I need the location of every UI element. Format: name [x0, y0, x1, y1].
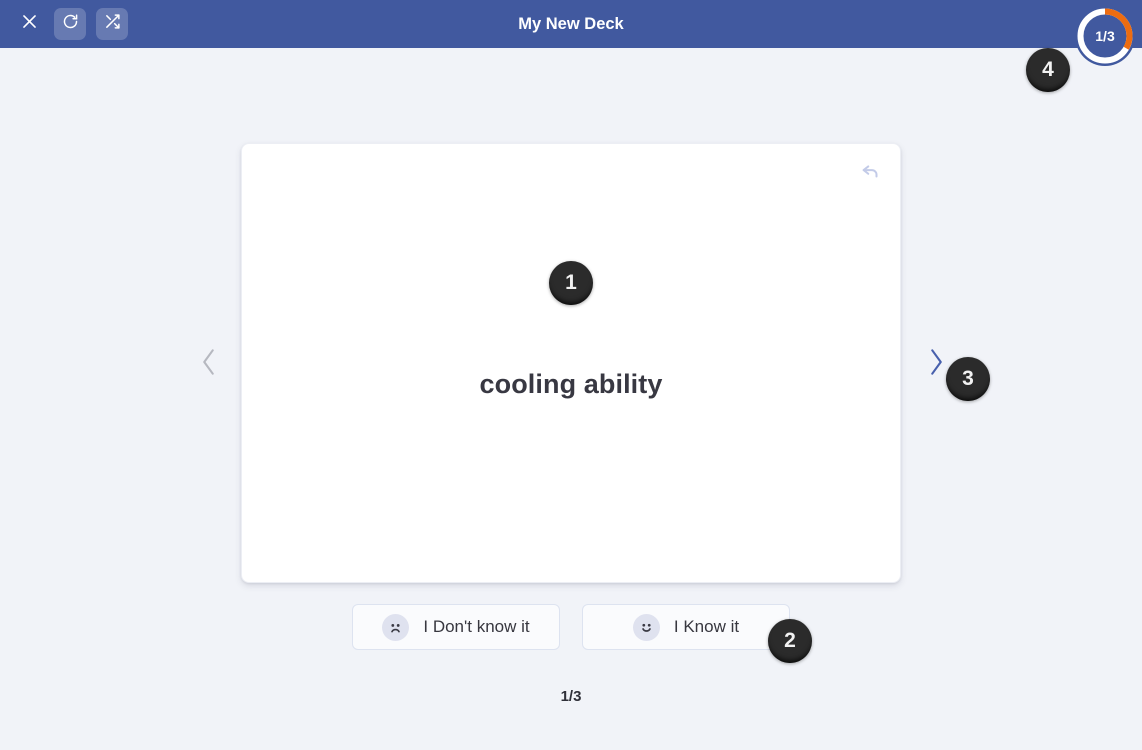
- sad-face-icon: [382, 613, 410, 641]
- dont-know-label: I Don't know it: [423, 617, 530, 636]
- progress-label: 1/3: [1095, 28, 1115, 44]
- chevron-right-icon: [928, 347, 945, 382]
- restart-icon: [62, 13, 79, 35]
- chevron-left-icon: [200, 347, 217, 382]
- shuffle-icon: [104, 13, 121, 35]
- previous-card-button[interactable]: [190, 341, 226, 387]
- app-header: My New Deck: [0, 0, 1142, 48]
- annotation-badge-3: 3: [946, 357, 990, 401]
- flashcard-term: cooling ability: [479, 368, 663, 399]
- close-icon: [20, 12, 39, 36]
- answer-buttons: I Don't know it I Know it: [0, 604, 1142, 650]
- annotation-badge-1: 1: [549, 261, 593, 305]
- close-button[interactable]: [14, 9, 44, 39]
- shuffle-button[interactable]: [96, 8, 128, 40]
- flashcard-content: cooling ability: [242, 144, 900, 582]
- progress-ring: 1/3: [1072, 3, 1138, 69]
- happy-face-icon: [632, 613, 660, 641]
- card-counter: 1/3: [560, 688, 582, 705]
- annotation-badge-4: 4: [1026, 48, 1070, 92]
- dont-know-button[interactable]: I Don't know it: [352, 604, 560, 650]
- restart-button[interactable]: [54, 8, 86, 40]
- header-left-controls: [14, 8, 128, 40]
- annotation-badge-2: 2: [768, 619, 812, 663]
- know-it-label: I Know it: [673, 617, 740, 636]
- page-title: My New Deck: [518, 15, 624, 33]
- flashcard[interactable]: cooling ability: [241, 143, 901, 583]
- know-it-button[interactable]: I Know it: [582, 604, 790, 650]
